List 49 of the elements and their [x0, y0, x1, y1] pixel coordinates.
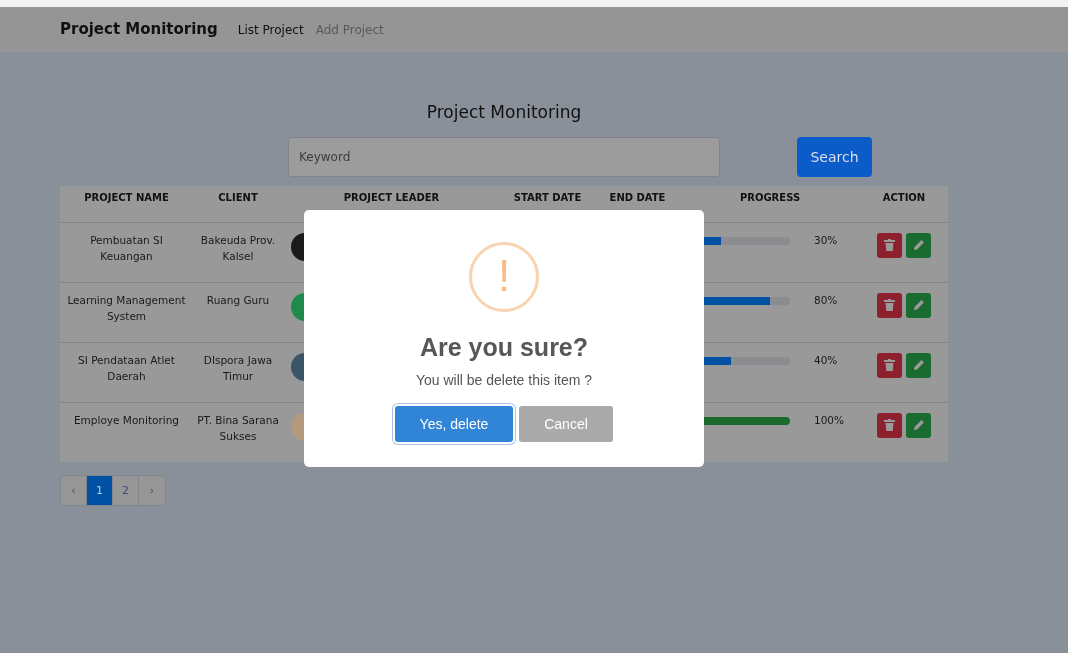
- column-header: PROGRESS: [739, 192, 801, 204]
- client-name: Bakeuda Prov. Kalsel: [200, 233, 276, 262]
- edit-button[interactable]: [906, 352, 931, 378]
- pencil-icon: [912, 299, 925, 312]
- pencil-icon: [912, 239, 925, 252]
- cancel-button[interactable]: Cancel: [519, 406, 613, 442]
- trash-icon: [884, 299, 895, 312]
- page-link[interactable]: 2: [113, 476, 139, 506]
- brand[interactable]: Project Monitoring: [60, 18, 218, 41]
- column-header: PROJECT LEADER: [343, 192, 440, 204]
- progress-reading: 30%: [814, 232, 838, 248]
- column-header: START DATE: [513, 192, 582, 204]
- search-field[interactable]: Keyword: [288, 137, 720, 178]
- progress-reading: 100%: [814, 412, 845, 428]
- delete-button[interactable]: [877, 352, 902, 378]
- project-name: SI Pendataan Atlet Daerah: [78, 353, 175, 382]
- edit-button[interactable]: [906, 292, 931, 318]
- trash-icon: [884, 359, 895, 372]
- search-button[interactable]: Search: [797, 137, 872, 178]
- pencil-icon: [912, 419, 925, 432]
- edit-button[interactable]: [906, 412, 931, 438]
- nav-link[interactable]: Add Project: [315, 20, 384, 39]
- trash-icon: [884, 239, 895, 252]
- pencil-icon: [912, 359, 925, 372]
- delete-button[interactable]: [877, 412, 902, 438]
- page-title: Project Monitoring: [425, 102, 583, 123]
- dialog-message: You will be delete this item ?: [414, 371, 594, 390]
- dialog-title: Are you sure?: [418, 332, 590, 362]
- column-header: ACTION: [882, 192, 926, 204]
- delete-button[interactable]: [877, 232, 902, 258]
- client-name: DIspora Jawa Timur: [203, 353, 273, 382]
- client-name: Ruang Guru: [206, 293, 270, 306]
- confirm-button[interactable]: Yes, delete: [395, 406, 513, 442]
- trash-icon: [884, 419, 895, 432]
- delete-button[interactable]: [877, 292, 902, 318]
- column-header: END DATE: [609, 192, 666, 204]
- project-name: Pembuatan SI Keuangan: [90, 233, 163, 262]
- warning-icon: !: [469, 242, 539, 312]
- page-link[interactable]: 1: [87, 476, 113, 506]
- client-name: PT. Bina Sarana Sukses: [197, 413, 279, 442]
- progress-reading: 40%: [814, 352, 838, 368]
- project-name: Employe Monitoring: [74, 413, 179, 426]
- progress-reading: 80%: [814, 292, 838, 308]
- column-header: PROJECT NAME: [84, 192, 169, 204]
- nav-link[interactable]: List Project: [237, 20, 304, 39]
- column-header: CLIENT: [218, 192, 258, 204]
- project-name: Learning Management System: [67, 293, 186, 322]
- edit-button[interactable]: [906, 232, 931, 258]
- page-link[interactable]: ›: [139, 476, 165, 506]
